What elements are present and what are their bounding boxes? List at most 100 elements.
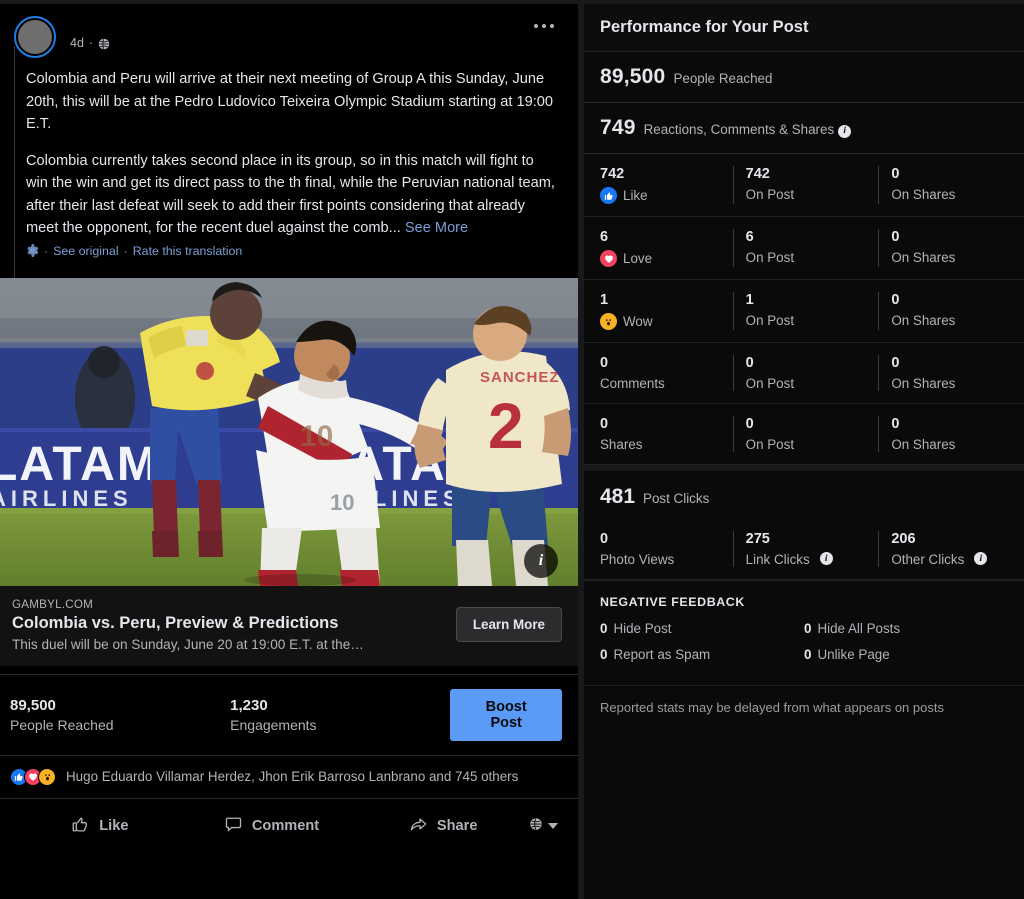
post-card: 4d · Colombia and Peru will arrive at th… [0, 0, 578, 899]
photo-views-value: 0 [600, 531, 609, 547]
photo-info-button[interactable]: i [524, 543, 558, 578]
shares-onpost-label: On Post [745, 437, 795, 452]
like-total-cell: 742 Like [600, 166, 733, 204]
svg-text:SANCHEZ: SANCHEZ [480, 369, 560, 386]
wow-onpost-value: 1 [745, 292, 754, 308]
photo-views-cell: 0 Photo Views [600, 531, 733, 567]
rcs-value: 749 [600, 116, 636, 139]
reach-value: 89,500 [10, 696, 56, 714]
ellipsis-icon [534, 24, 538, 28]
post-menu-button[interactable] [528, 18, 560, 34]
translation-separator: · [44, 243, 49, 258]
globe-icon [529, 817, 543, 836]
like-onshares-label: On Shares [891, 187, 956, 202]
love-total-cell: 6 Love [600, 229, 733, 267]
shares-type-label: Shares [600, 437, 643, 452]
unlike-page-label: Unlike Page [817, 647, 890, 662]
avatar-image [18, 20, 52, 54]
translation-separator-2: · [123, 243, 128, 258]
post-meta: 4d · [70, 36, 110, 50]
rcs-label-text: Reactions, Comments & Shares [643, 122, 835, 137]
breakdown-row-love: 6 Love 6 On Post 0 On Shares [584, 217, 1024, 280]
people-reached-label: People Reached [673, 71, 773, 86]
summary-reactions-comments-shares: 749 Reactions, Comments & Shares i [584, 103, 1024, 154]
boost-post-button[interactable]: Boost Post [450, 688, 563, 741]
like-type-text: Like [623, 188, 648, 203]
photo-views-label: Photo Views [600, 552, 675, 567]
negative-feedback-item: 0 Unlike Page [804, 647, 1008, 662]
comment-bubble-icon [224, 815, 243, 838]
avatar[interactable] [14, 16, 56, 58]
like-onpost-cell: 742 On Post [732, 166, 879, 204]
like-button[interactable]: Like [14, 807, 186, 846]
report-spam-value: 0 [600, 647, 608, 662]
link-clicks-value: 275 [745, 531, 770, 547]
like-onshares-value: 0 [891, 166, 900, 182]
insights-empty-space [584, 729, 1024, 899]
share-button[interactable]: Share [357, 807, 529, 846]
link-clicks-label-text: Link Clicks [745, 552, 810, 567]
shares-onshares-label: On Shares [891, 437, 956, 452]
info-icon[interactable]: i [838, 124, 852, 138]
like-onpost-value: 742 [745, 166, 770, 182]
negative-feedback-section: NEGATIVE FEEDBACK 0 Hide Post 0 Hide All… [584, 580, 1024, 685]
like-onpost-label: On Post [745, 187, 795, 202]
see-more-link[interactable]: See More [405, 220, 468, 236]
wow-total-cell: 1 Wow [600, 292, 733, 330]
insights-title: Performance for Your Post [584, 4, 1024, 52]
post-column: 4d · Colombia and Peru will arrive at th… [0, 0, 578, 899]
comments-onpost-label: On Post [745, 376, 795, 391]
other-clicks-label: Other Clicks i [891, 552, 1014, 567]
post-timestamp[interactable]: 4d [70, 36, 84, 50]
chevron-down-icon [548, 823, 559, 829]
comment-button-label: Comment [251, 818, 320, 834]
like-total-value: 742 [600, 166, 625, 182]
link-title[interactable]: Colombia vs. Peru, Preview & Predictions [12, 614, 446, 633]
wow-reaction-icon [38, 767, 56, 786]
reactions-summary-row[interactable]: Hugo Eduardo Villamar Herdez, Jhon Erik … [0, 756, 578, 798]
reaction-names[interactable]: Hugo Eduardo Villamar Herdez, Jhon Erik … [66, 769, 518, 784]
svg-text:10: 10 [330, 490, 354, 515]
shares-onshares-cell: 0 On Shares [878, 416, 1024, 452]
learn-more-button[interactable]: Learn More [455, 607, 562, 642]
link-card-text: GAMBYL.COM Colombia vs. Peru, Preview & … [12, 598, 446, 652]
negative-feedback-title: NEGATIVE FEEDBACK [600, 595, 745, 609]
comments-onshares-label: On Shares [891, 376, 956, 391]
svg-text:AIRLINES: AIRLINES [0, 486, 133, 511]
gear-icon[interactable] [26, 244, 39, 257]
reach-stat: 89,500 People Reached [10, 697, 230, 733]
shares-onpost-value: 0 [745, 416, 754, 432]
negative-feedback-item: 0 Hide Post [600, 621, 804, 636]
post-photo-image: LATAM LATAM AIRLINES AIRLINES 10 10 2 SA… [0, 277, 578, 586]
like-reaction-icon [600, 187, 617, 204]
wow-onshares-value: 0 [891, 292, 900, 308]
post-clicks-value: 481 [600, 485, 636, 508]
shares-total-value: 0 [600, 416, 609, 432]
comments-total-value: 0 [600, 355, 609, 371]
like-button-label: Like [99, 818, 129, 834]
post-photo[interactable]: LATAM LATAM AIRLINES AIRLINES 10 10 2 SA… [0, 277, 578, 586]
rate-translation-link[interactable]: Rate this translation [133, 244, 243, 258]
people-reached-value: 89,500 [600, 65, 666, 88]
section-divider [0, 665, 578, 674]
reaction-badges [10, 767, 56, 786]
link-preview-card[interactable]: GAMBYL.COM Colombia vs. Peru, Preview & … [0, 585, 578, 666]
comments-onshares-value: 0 [891, 355, 900, 371]
share-arrow-icon [409, 815, 428, 838]
love-reaction-icon [600, 250, 617, 267]
post-clicks-breakdown: 0 Photo Views 275 Link Clicks i 206 Other… [584, 519, 1024, 580]
post-paragraph-1: Colombia and Peru will arrive at their n… [26, 71, 554, 132]
engagements-stat: 1,230 Engagements [230, 697, 450, 733]
info-icon[interactable]: i [819, 552, 833, 565]
info-icon[interactable]: i [974, 552, 988, 565]
wow-onshares-label: On Shares [891, 313, 956, 328]
reach-label: People Reached [10, 716, 114, 733]
comment-button[interactable]: Comment [186, 807, 358, 846]
like-onshares-cell: 0 On Shares [878, 166, 1024, 204]
link-domain: GAMBYL.COM [12, 597, 94, 611]
globe-icon [98, 38, 110, 50]
post-clicks-label: Post Clicks [643, 491, 710, 506]
post-header: 4d · [0, 4, 578, 60]
see-original-link[interactable]: See original [53, 244, 118, 258]
audience-selector-button[interactable] [529, 809, 564, 844]
